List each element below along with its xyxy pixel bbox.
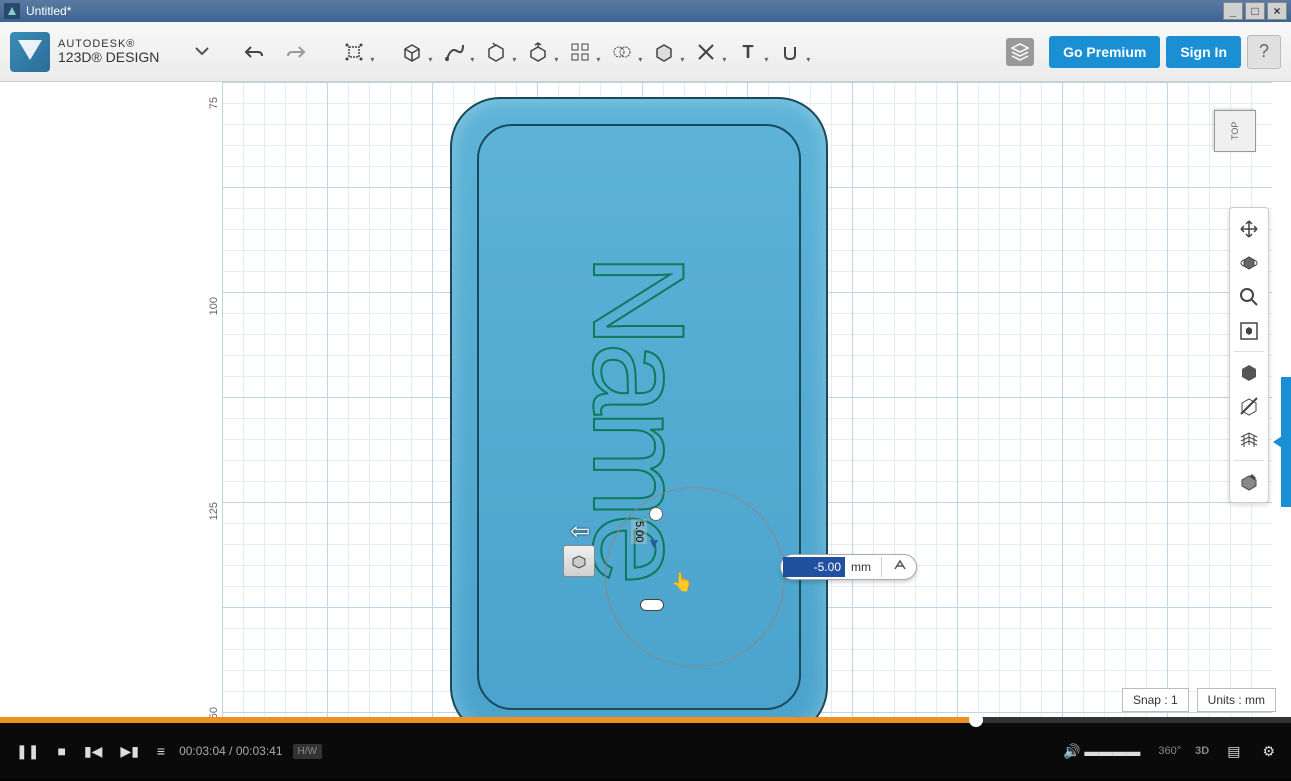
- unit-label: mm: [845, 560, 877, 574]
- status-bar: Snap : 1 Units : mm: [1122, 683, 1276, 717]
- sign-in-button[interactable]: Sign In: [1166, 36, 1241, 68]
- video-seek-bar[interactable]: [0, 717, 1291, 723]
- units-status[interactable]: Units : mm: [1197, 688, 1276, 712]
- brand-line2: 123D® DESIGN: [58, 50, 159, 65]
- text-tool[interactable]: T: [734, 38, 762, 66]
- logo-icon: [10, 32, 50, 72]
- edit-material-tool[interactable]: [1233, 465, 1265, 497]
- zoom-tool[interactable]: [1233, 281, 1265, 313]
- app-menu-dropdown[interactable]: [179, 45, 225, 59]
- orbit-tool[interactable]: [1233, 247, 1265, 279]
- redo-button[interactable]: [282, 38, 310, 66]
- view-cube[interactable]: TOP: [1214, 110, 1256, 152]
- snap-tool[interactable]: [776, 38, 804, 66]
- svg-text:T: T: [743, 42, 754, 62]
- stop-button[interactable]: ■: [53, 739, 69, 763]
- minimize-button[interactable]: _: [1223, 2, 1243, 20]
- combine-tool[interactable]: [650, 38, 678, 66]
- logo-area: AUTODESK® 123D® DESIGN: [10, 32, 159, 72]
- mode-3d-button[interactable]: 3D: [1195, 745, 1209, 757]
- maximize-button[interactable]: □: [1245, 2, 1265, 20]
- main-toolbar: AUTODESK® 123D® DESIGN T Go Premium: [0, 22, 1291, 82]
- modify-tool[interactable]: [524, 38, 552, 66]
- list-button[interactable]: ▤: [1223, 739, 1244, 764]
- ruler-vertical: 75 100 125 150: [198, 82, 222, 717]
- video-progress-fill: [0, 717, 976, 723]
- primitives-tool[interactable]: [398, 38, 426, 66]
- navigation-panel: [1229, 207, 1269, 503]
- video-time: 00:03:04 / 00:03:41: [179, 744, 282, 758]
- next-button[interactable]: ▶▮: [116, 739, 142, 764]
- snap-status[interactable]: Snap : 1: [1122, 688, 1189, 712]
- volume-button[interactable]: 🔊 ▬▬▬▬: [1059, 739, 1144, 764]
- help-button[interactable]: ?: [1247, 35, 1281, 69]
- video-seek-handle[interactable]: [969, 713, 983, 727]
- window-controls: _ □ ×: [1223, 2, 1287, 20]
- canvas-viewport[interactable]: 75 100 125 150 Name ⇦ 5.00 ▼ 👆 mm TOP: [0, 82, 1291, 717]
- measure-tool[interactable]: [692, 38, 720, 66]
- play-pause-button[interactable]: ❚❚: [12, 739, 43, 764]
- settings-button[interactable]: ⚙: [1258, 739, 1279, 764]
- undo-button[interactable]: [240, 38, 268, 66]
- app-icon: [4, 3, 20, 19]
- input-tool-button[interactable]: [886, 558, 914, 577]
- transform-tool[interactable]: [340, 38, 368, 66]
- prev-button[interactable]: ▮◀: [80, 739, 106, 764]
- close-button[interactable]: ×: [1267, 2, 1287, 20]
- video-controls: ❚❚ ■ ▮◀ ▶▮ ≡ 00:03:04 / 00:03:41 H/W 🔊 ▬…: [0, 723, 1291, 779]
- titlebar: Untitled* _ □ ×: [0, 0, 1291, 22]
- playlist-button[interactable]: ≡: [153, 739, 169, 763]
- extrude-value-input[interactable]: [783, 557, 845, 577]
- gizmo-tool-button[interactable]: [563, 545, 595, 577]
- model-object[interactable]: Name: [450, 97, 828, 717]
- construct-tool[interactable]: [482, 38, 510, 66]
- sketch-tool[interactable]: [440, 38, 468, 66]
- window-title: Untitled*: [26, 4, 1223, 18]
- hw-badge: H/W: [293, 744, 322, 759]
- shaded-view-tool[interactable]: [1233, 356, 1265, 388]
- pan-tool[interactable]: [1233, 213, 1265, 245]
- orbit-label[interactable]: 360°: [1158, 745, 1181, 757]
- go-premium-button[interactable]: Go Premium: [1049, 36, 1160, 68]
- model-text: Name: [564, 254, 714, 581]
- pattern-tool[interactable]: [566, 38, 594, 66]
- materials-button[interactable]: [1006, 38, 1034, 66]
- grouping-tool[interactable]: [608, 38, 636, 66]
- outline-view-tool[interactable]: [1233, 390, 1265, 422]
- grid-toggle-tool[interactable]: [1233, 424, 1265, 456]
- value-input-popup: mm: [780, 554, 917, 580]
- fit-tool[interactable]: [1233, 315, 1265, 347]
